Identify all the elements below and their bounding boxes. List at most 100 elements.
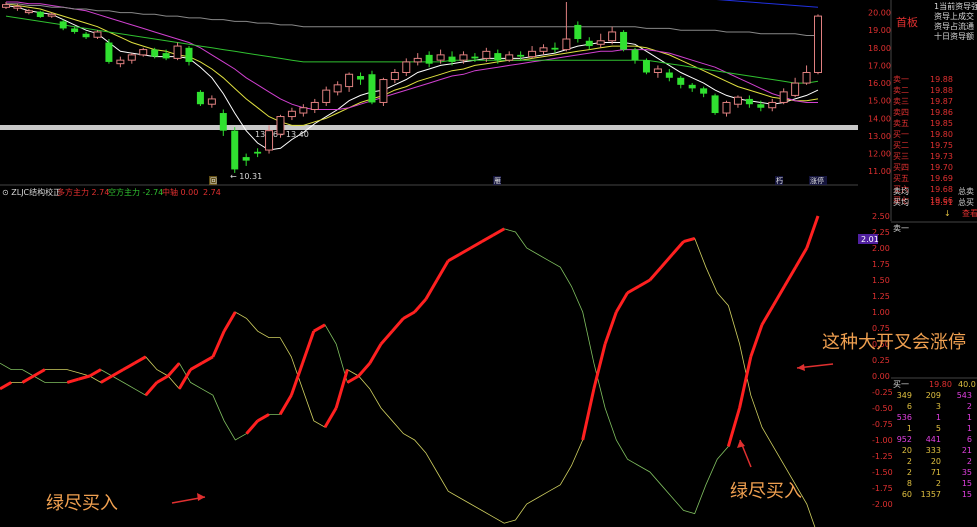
bullish-segment: [683, 236, 696, 244]
bullish-segment: [357, 362, 371, 377]
indicator-tick-label: 0.25: [872, 356, 890, 365]
queue-cell: 349: [897, 391, 912, 400]
down-arrow-icon: ↓: [944, 209, 951, 218]
bullish-segment: [346, 374, 360, 384]
candle-body: [779, 91, 788, 103]
indicator-tick-label: -1.75: [872, 484, 893, 493]
candle-body: [653, 68, 662, 73]
order-level-price: 19.73: [930, 152, 953, 161]
queue-cell: 6: [907, 402, 912, 411]
indicator-lines: [0, 215, 820, 527]
bullish-segment: [334, 369, 349, 409]
bullish-segment: [424, 279, 439, 300]
order-level-price: 19.85: [930, 119, 953, 128]
bull-line: [0, 215, 819, 515]
bullish-segment: [66, 377, 79, 384]
queue-cell: 1357: [921, 490, 941, 499]
bullish-segment: [738, 356, 753, 409]
order-level-label: 买一: [893, 130, 909, 139]
bullish-segment: [0, 381, 12, 391]
candle-body: [185, 47, 193, 62]
current-value: 2.01: [861, 235, 879, 244]
queue-cell: 20: [902, 446, 912, 455]
order-level-label: 买三: [893, 152, 909, 161]
order-book: 卖一 19.88卖二 19.88卖三 19.87卖四 19.86卖五 19.85 买一 19…: [890, 0, 977, 499]
candle-body: [528, 50, 537, 58]
candle-body: [59, 21, 67, 29]
queue-cell: 3: [936, 402, 941, 411]
queue-cell: 2: [907, 457, 912, 466]
view-link[interactable]: 查看: [962, 208, 977, 218]
queue-cell: 1: [936, 413, 941, 422]
order-level-label: 卖五: [893, 119, 909, 128]
candle-body: [722, 101, 731, 114]
order-level-price: 19.87: [930, 97, 953, 106]
event-markers: 回 雁 朽 涨停: [209, 176, 827, 185]
board-label: 首板: [896, 15, 918, 29]
indicator-tick-label: -1.00: [872, 436, 893, 445]
queue-cell: 2: [907, 468, 912, 477]
indicator-axis: 2.502.252.001.751.501.251.000.750.500.25…: [872, 212, 893, 509]
bullish-segment: [156, 374, 169, 384]
bullish-segment: [222, 311, 237, 332]
bullish-segment: [313, 323, 326, 333]
price-tick-label: 18.00: [868, 44, 891, 53]
indicator-title: ⊙ ZLJC结构校正: [2, 187, 61, 197]
bullish-segment: [760, 304, 775, 326]
bullish-segment: [256, 413, 270, 423]
candle-body: [310, 101, 319, 111]
event-marker-label: 雁: [494, 177, 501, 185]
candle-body: [24, 10, 33, 14]
range-bar: [0, 125, 858, 130]
candle-body: [494, 53, 502, 61]
candle-body: [505, 54, 514, 61]
bullish-segment: [469, 240, 483, 250]
candle-body: [733, 96, 742, 105]
bear-line: [0, 237, 816, 527]
candle-body: [471, 56, 479, 59]
order-level-price: 19.88: [930, 86, 953, 95]
candle-body: [219, 113, 227, 131]
sell-avg-label: 卖均: [893, 186, 909, 196]
candle-body: [196, 91, 204, 105]
side-notes: 首板 1当前资导强 资导上成交 资导占流通 十日资导额: [896, 1, 977, 41]
order-level-price: 19.88: [930, 75, 953, 84]
order-level-price: 19.75: [930, 141, 953, 150]
indicator-panel: 2.502.252.001.751.501.251.000.750.500.25…: [0, 212, 966, 527]
queue-cell: 209: [926, 391, 941, 400]
order-level-price: 19.69: [930, 174, 953, 183]
candle-body: [322, 89, 331, 103]
bullish-segment: [458, 246, 472, 256]
indicator-legend: ⊙ ZLJC结构校正 多方主力 2.74 空方主力 -2.74 中轴 0.00 …: [2, 187, 221, 197]
bullish-segment: [592, 343, 607, 390]
event-marker-label: 朽: [776, 176, 783, 185]
bullish-segment: [166, 362, 181, 377]
annotation-left: 绿尽买入: [46, 493, 118, 514]
bullish-segment: [88, 368, 102, 378]
bullish-segment: [615, 292, 629, 313]
candle-body: [357, 76, 365, 80]
candle-body: [299, 107, 308, 114]
candle-body: [368, 74, 376, 103]
candle-body: [448, 56, 456, 62]
annotation-right: 绿尽买入: [730, 481, 802, 502]
candle-body: [620, 31, 628, 50]
bullish-segment: [379, 330, 394, 345]
candle-body: [413, 57, 422, 63]
price-panel: 13.06 - 13.40 ← 10.31 20.0019.0018.0017.…: [0, 0, 891, 186]
candle-body: [574, 24, 582, 40]
indicator-tick-label: -0.75: [872, 420, 893, 429]
sell-one-label: 卖一: [893, 224, 909, 233]
candle-body: [791, 82, 800, 96]
order-level-price: 19.80: [930, 130, 953, 139]
price-tick-label: 11.00: [868, 167, 891, 176]
buy-avg-value: 19.51: [930, 198, 953, 207]
candle-body: [231, 130, 239, 170]
ma-line-2: [6, 1, 818, 110]
price-tick-label: 13.00: [868, 132, 891, 141]
queue-cell: 60: [902, 490, 912, 499]
queue-cell: 21: [962, 446, 972, 455]
candle-body: [139, 49, 148, 56]
buy-avg-label: 买均: [893, 197, 909, 207]
candle-body: [677, 77, 685, 85]
